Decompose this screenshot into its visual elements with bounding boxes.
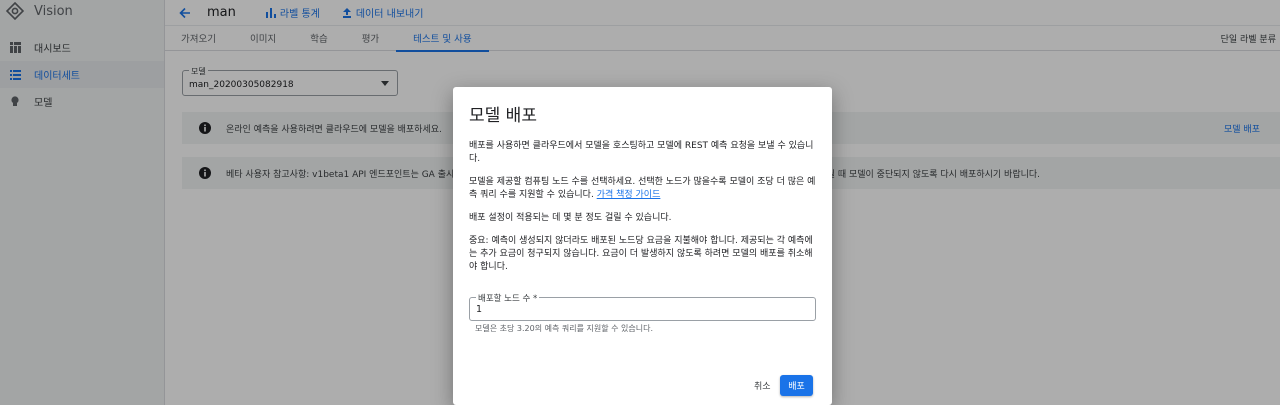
dialog-paragraph: 중요: 예측이 생성되지 않더라도 배포된 노드당 요금을 지불해야 합니다. … [469, 236, 813, 272]
pricing-guide-link[interactable]: 가격 책정 가이드 [597, 190, 661, 200]
dialog-body: 배포를 사용하면 클라우드에서 모델을 호스팅하고 모델에 REST 예측 요청… [469, 140, 817, 284]
dialog-paragraph: 모델을 제공할 컴퓨팅 노드 수를 선택하세요. 선택한 노드가 많을수록 모델… [469, 176, 817, 202]
dialog-paragraph: 배포 설정이 적용되는 데 몇 분 정도 걸릴 수 있습니다. [469, 213, 672, 223]
node-count-label: 배포할 노드 수 * [476, 292, 540, 304]
dialog-paragraph: 배포를 사용하면 클라우드에서 모델을 호스팅하고 모델에 REST 예측 요청… [469, 141, 814, 164]
deploy-button[interactable]: 배포 [780, 375, 813, 396]
node-count-value[interactable]: 1 [476, 304, 482, 315]
node-count-help: 모델은 초당 3.20의 예측 쿼리를 지원할 수 있습니다. [475, 324, 653, 333]
page: Vision 대시보드 데이터세트 모델 man 라벨 통계 데이터 내보내기 … [0, 0, 1280, 405]
node-count-field[interactable]: 배포할 노드 수 * 1 [469, 292, 816, 321]
dialog-title: 모델 배포 [469, 106, 537, 126]
cancel-button[interactable]: 취소 [754, 379, 771, 392]
deploy-model-dialog: 모델 배포 배포를 사용하면 클라우드에서 모델을 호스팅하고 모델에 REST… [453, 87, 832, 405]
